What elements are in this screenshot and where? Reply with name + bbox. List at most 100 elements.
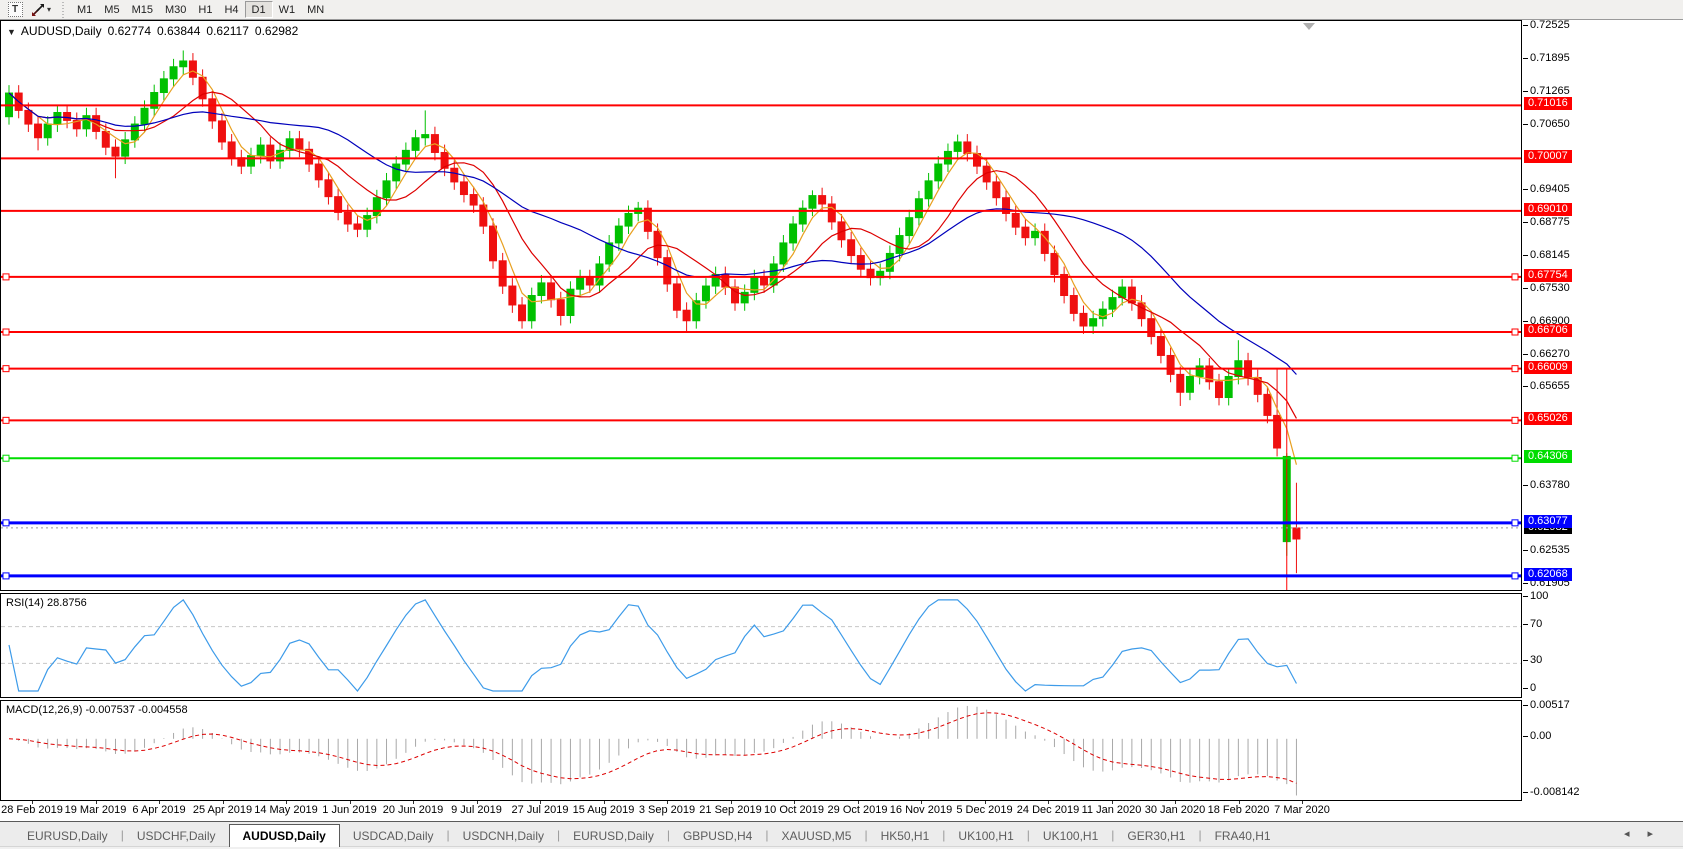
candles: [6, 50, 1300, 573]
main-chart-plot[interactable]: ▼AUDUSD,Daily0.627740.638440.621170.6298…: [0, 20, 1522, 591]
chart-title: ▼AUDUSD,Daily0.627740.638440.621170.6298…: [7, 24, 298, 38]
date-label[interactable]: 1 Jun 2019: [322, 804, 376, 816]
date-label[interactable]: 18 Feb 2020: [1208, 804, 1270, 816]
date-label[interactable]: 7 Mar 2020: [1274, 804, 1330, 816]
date-label[interactable]: 10 Oct 2019: [764, 804, 824, 816]
toolbar-separator: [60, 2, 67, 18]
chart-tab-usdcad-daily[interactable]: USDCAD,Daily: [340, 826, 447, 846]
chart-tab-xauusd-m5[interactable]: XAUUSD,M5: [768, 826, 864, 846]
price-line-tag: 0.65026: [1524, 412, 1572, 425]
cursor-tool-button[interactable]: ▾: [26, 1, 56, 18]
line-handle: [3, 274, 9, 280]
line-handle: [3, 329, 9, 335]
chart-tab-eurusd-daily[interactable]: EURUSD,Daily: [14, 826, 121, 846]
chart-tab-fra40-h1[interactable]: FRA40,H1: [1202, 826, 1284, 846]
ohlc-low: 0.62117: [206, 24, 249, 38]
tab-scroll-arrows: ◂▸: [1624, 827, 1671, 840]
rsi-tick: 30: [1530, 654, 1542, 666]
chart-tab-gbpusd-h4[interactable]: GBPUSD,H4: [670, 826, 765, 846]
date-label[interactable]: 6 Apr 2019: [132, 804, 185, 816]
chart-tab-ger30-h1[interactable]: GER30,H1: [1114, 826, 1198, 846]
line-handle: [1512, 455, 1518, 461]
price-tick: 0.66270: [1530, 348, 1570, 360]
date-label[interactable]: 19 Mar 2019: [65, 804, 127, 816]
chart-title-collapse-icon[interactable]: ▼: [7, 27, 16, 37]
date-label[interactable]: 21 Sep 2019: [699, 804, 761, 816]
line-handle: [3, 455, 9, 461]
price-axis[interactable]: 0.725250.718950.712650.706500.694050.687…: [1522, 20, 1683, 591]
line-handle: [3, 520, 9, 526]
main-price-panel: ▼AUDUSD,Daily0.627740.638440.621170.6298…: [0, 20, 1683, 591]
chart-tab-usdcnh-daily[interactable]: USDCNH,Daily: [450, 826, 557, 846]
timeframe-button-mn[interactable]: MN: [301, 1, 330, 18]
timeframe-button-h4[interactable]: H4: [218, 1, 244, 18]
date-label[interactable]: 9 Jul 2019: [451, 804, 502, 816]
price-line-tag: 0.69010: [1524, 203, 1572, 216]
date-label[interactable]: 14 May 2019: [254, 804, 318, 816]
line-handle: [1512, 520, 1518, 526]
ohlc-open: 0.62774: [108, 24, 151, 38]
date-axis[interactable]: 28 Feb 201919 Mar 2019 6 Apr 2019 25 Apr 2…: [0, 801, 1522, 821]
timeframe-button-h1[interactable]: H1: [192, 1, 218, 18]
macd-chart: [1, 701, 1521, 800]
date-label[interactable]: 25 Apr 2019: [193, 804, 252, 816]
text-tool-icon: T: [8, 2, 23, 17]
date-label[interactable]: 27 Jul 2019: [512, 804, 569, 816]
price-tick: 0.65655: [1530, 380, 1570, 392]
timeframe-button-m15[interactable]: M15: [126, 1, 159, 18]
date-label[interactable]: 24 Dec 2019: [1017, 804, 1079, 816]
tab-scroll-left-icon[interactable]: ◂: [1624, 828, 1648, 840]
chart-window: ▼AUDUSD,Daily0.627740.638440.621170.6298…: [0, 20, 1683, 821]
chart-tab-hk50-h1[interactable]: HK50,H1: [868, 826, 943, 846]
line-handle: [1512, 329, 1518, 335]
timeframe-button-d1[interactable]: D1: [245, 1, 273, 18]
price-tick: 0.68775: [1530, 216, 1570, 228]
line-handle: [1512, 366, 1518, 372]
rsi-tick: 100: [1530, 590, 1548, 602]
date-axis-row: 28 Feb 201919 Mar 2019 6 Apr 2019 25 Apr 2…: [0, 801, 1683, 821]
date-label[interactable]: 3 Sep 2019: [639, 804, 695, 816]
ohlc-close: 0.62982: [255, 24, 298, 38]
price-tick: 0.63780: [1530, 479, 1570, 491]
macd-tick: 0.00517: [1530, 699, 1570, 711]
date-label[interactable]: 30 Jan 2020: [1145, 804, 1206, 816]
date-label[interactable]: 5 Dec 2019: [956, 804, 1012, 816]
chart-tab-audusd-daily[interactable]: AUDUSD,Daily: [229, 824, 340, 847]
chart-tab-usdchf-daily[interactable]: USDCHF,Daily: [124, 826, 229, 846]
price-tick: 0.67530: [1530, 282, 1570, 294]
macd-axis[interactable]: 0.005170.00-0.008142: [1522, 698, 1683, 801]
macd-panel: MACD(12,26,9) -0.007537 -0.004558 0.0051…: [0, 698, 1683, 801]
date-label[interactable]: 29 Oct 2019: [828, 804, 888, 816]
date-label[interactable]: 16 Nov 2019: [890, 804, 952, 816]
date-label[interactable]: 20 Jun 2019: [383, 804, 444, 816]
tab-scroll-right-icon[interactable]: ▸: [1647, 828, 1671, 840]
price-line-tag: 0.66706: [1524, 324, 1572, 337]
candlestick-chart: [1, 21, 1521, 590]
rsi-plot[interactable]: RSI(14) 28.8756: [0, 593, 1522, 698]
price-line-tag: 0.66009: [1524, 361, 1572, 374]
timeframe-button-m1[interactable]: M1: [71, 1, 98, 18]
chart-symbol-label: AUDUSD,Daily: [21, 24, 102, 38]
chevron-down-icon: ▾: [47, 5, 51, 14]
rsi-panel: RSI(14) 28.8756 10070300: [0, 591, 1683, 698]
rsi-line: [9, 600, 1296, 691]
shift-triangle-icon: [1303, 23, 1315, 30]
chart-tab-uk100-h1[interactable]: UK100,H1: [945, 826, 1026, 846]
price-tick: 0.69405: [1530, 183, 1570, 195]
timeframe-button-m30[interactable]: M30: [159, 1, 192, 18]
macd-plot[interactable]: MACD(12,26,9) -0.007537 -0.004558: [0, 700, 1522, 801]
text-label-tool-button[interactable]: T: [4, 1, 26, 18]
rsi-chart: [1, 594, 1521, 697]
price-line-tag: 0.67754: [1524, 269, 1572, 282]
timeframe-button-w1[interactable]: W1: [273, 1, 302, 18]
chart-tab-uk100-h1[interactable]: UK100,H1: [1030, 826, 1111, 846]
line-handle: [1512, 573, 1518, 579]
timeframe-button-m5[interactable]: M5: [98, 1, 125, 18]
date-label[interactable]: 28 Feb 2019: [1, 804, 63, 816]
ma-line-fast: [9, 71, 1296, 465]
chart-tab-eurusd-daily[interactable]: EURUSD,Daily: [560, 826, 667, 846]
rsi-axis[interactable]: 10070300: [1522, 591, 1683, 698]
price-line-tag: 0.64306: [1524, 450, 1572, 463]
date-label[interactable]: 15 Aug 2019: [573, 804, 635, 816]
date-label[interactable]: 11 Jan 2020: [1082, 804, 1142, 816]
